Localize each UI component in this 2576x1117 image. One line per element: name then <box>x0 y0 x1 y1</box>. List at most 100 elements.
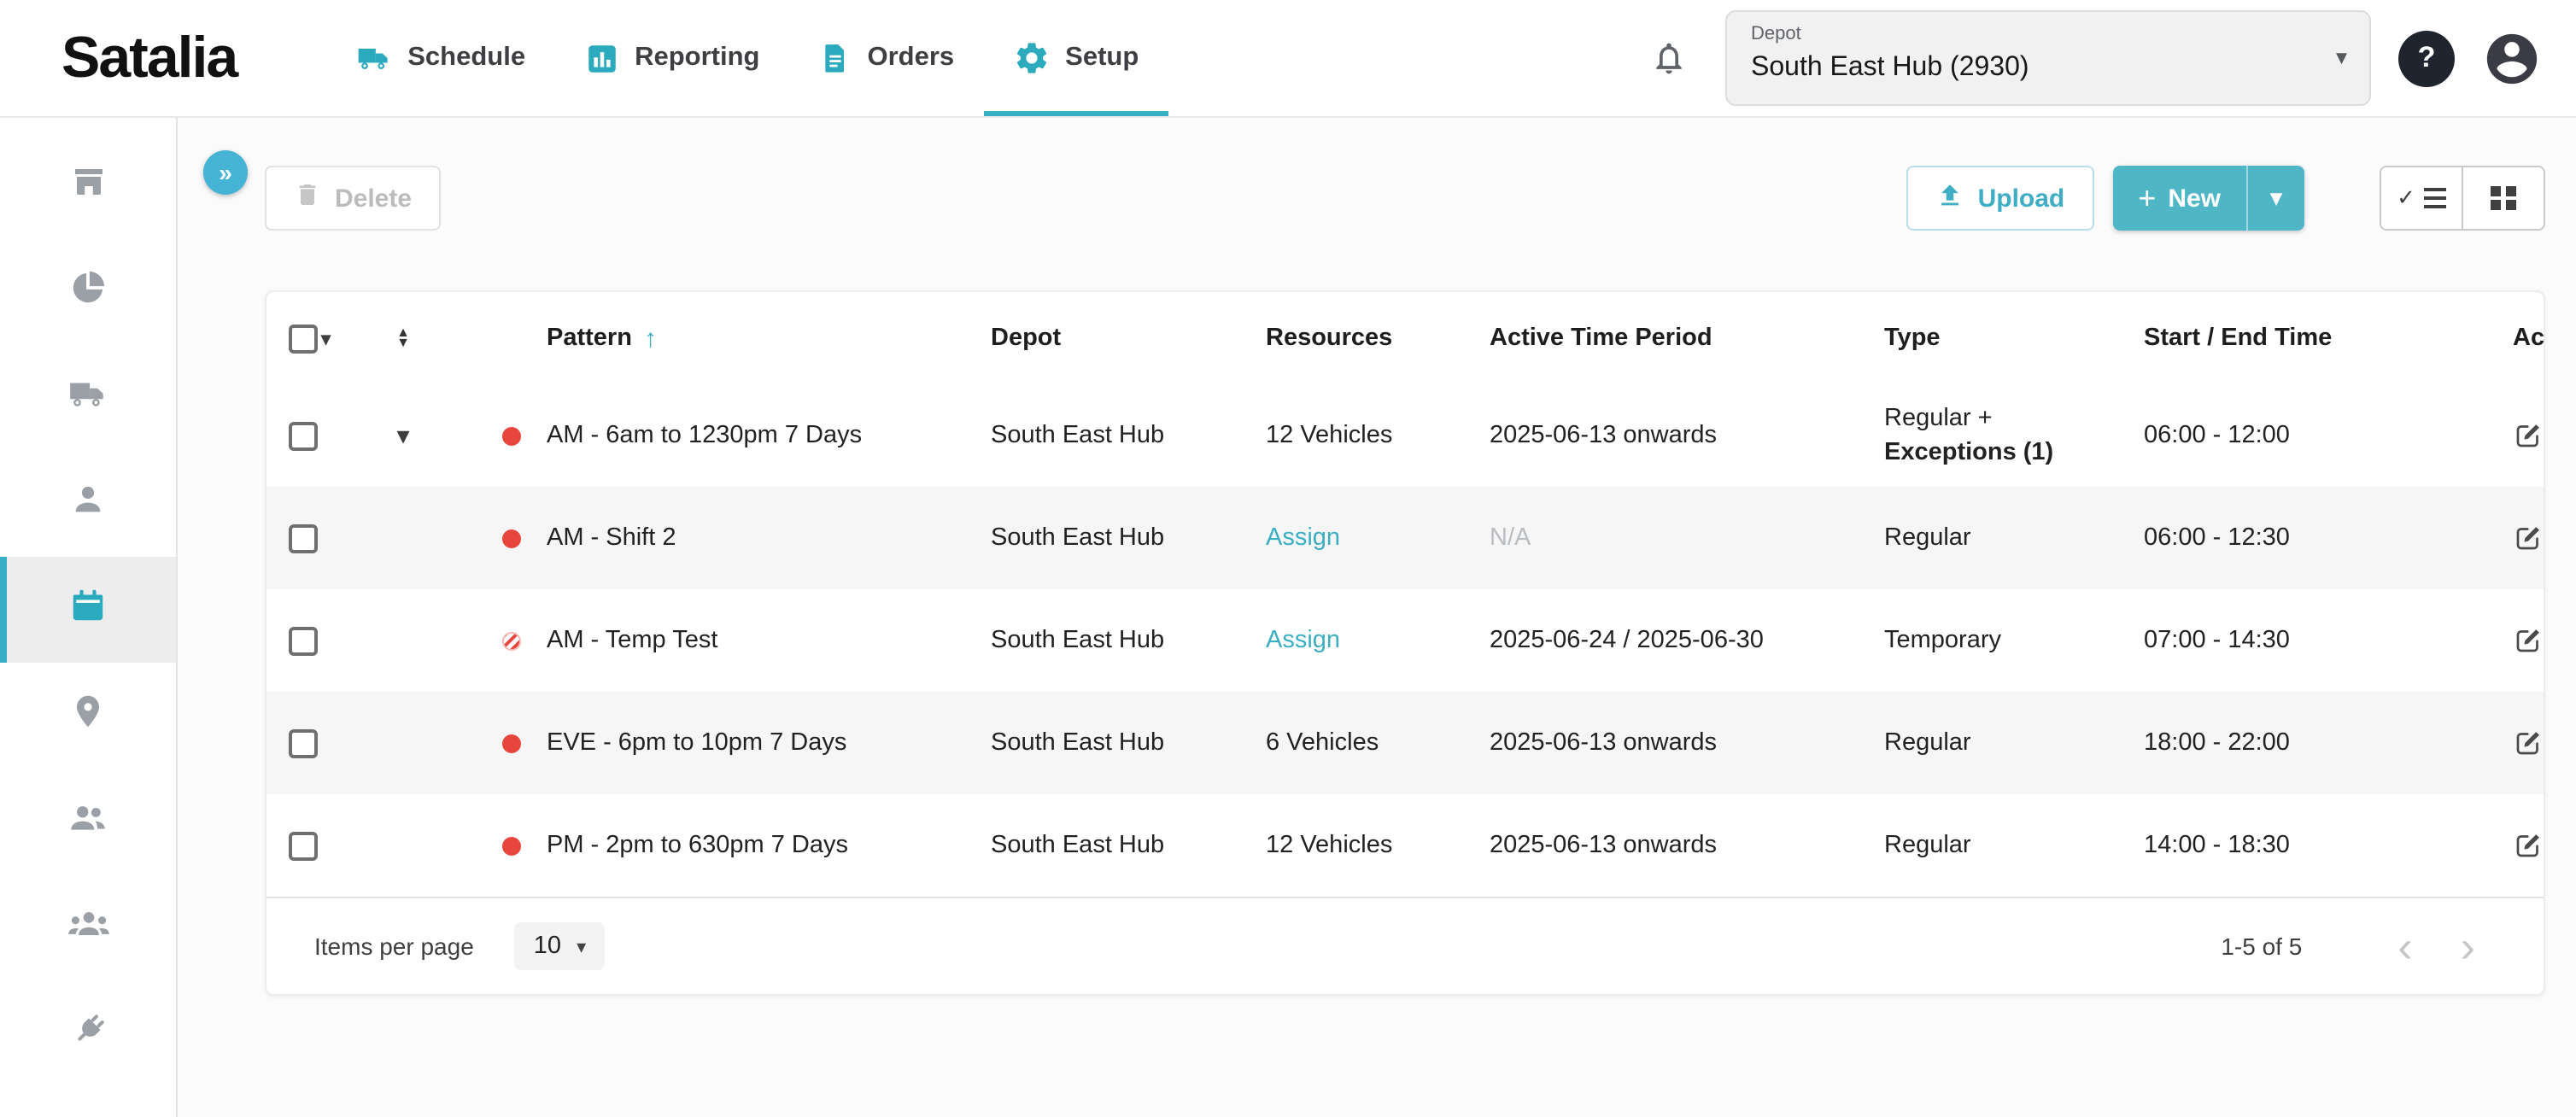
plus-icon: + <box>2138 180 2156 216</box>
type-cell: Temporary <box>1884 627 2144 654</box>
depot-select[interactable]: Depot South East Hub (2930) ▾ <box>1725 10 2371 106</box>
select-all-checkbox[interactable]: ▾ <box>266 324 355 353</box>
sidebar-item-teams[interactable] <box>0 769 176 874</box>
row-checkbox[interactable] <box>289 831 318 860</box>
pattern-name: AM - Temp Test <box>547 627 717 654</box>
status-dot-striped <box>502 631 521 650</box>
table-header-row: ▾ ▲ ▼ Pattern ↑ Depot Resources Active T… <box>266 292 2544 384</box>
column-header-time: Start / End Time <box>2144 325 2417 352</box>
main-nav: Schedule Reporting Orders Setup <box>325 0 1168 116</box>
assign-link[interactable]: Assign <box>1266 524 1340 552</box>
sort-ascending-icon: ↑ <box>644 324 657 353</box>
sidebar-item-groups[interactable] <box>0 874 176 980</box>
sidebar-item-planning[interactable] <box>0 239 176 345</box>
page-size-select[interactable]: 10 ▾ <box>515 922 605 970</box>
grid-view-toggle[interactable] <box>2463 167 2544 229</box>
chevron-down-icon: ▾ <box>2270 184 2281 212</box>
sidebar-item-depots[interactable] <box>0 133 176 239</box>
status-dot <box>502 836 521 855</box>
depot-select-value: South East Hub (2930) <box>1751 53 2029 84</box>
help-button[interactable]: ? <box>2398 30 2455 86</box>
period-cell: 2025-06-13 onwards <box>1490 832 1884 859</box>
notifications-bell-icon[interactable] <box>1650 39 1688 77</box>
column-header-type: Type <box>1884 325 2144 352</box>
list-view-icon <box>2424 188 2446 208</box>
people-icon <box>67 796 109 847</box>
edit-icon[interactable] <box>2513 830 2544 861</box>
sidebar-item-drivers[interactable] <box>0 451 176 557</box>
nav-tab-reporting[interactable]: Reporting <box>554 0 788 116</box>
chevron-down-icon: ▾ <box>2336 44 2347 71</box>
status-dot <box>502 529 521 547</box>
checkbox[interactable] <box>289 324 318 353</box>
chevron-down-icon: ▾ <box>577 935 586 957</box>
sidebar-item-locations[interactable] <box>0 663 176 769</box>
sidebar-expand-button[interactable]: » <box>203 150 248 195</box>
time-cell: 18:00 - 22:00 <box>2144 729 2417 757</box>
nav-label: Orders <box>867 43 954 73</box>
resources-cell: 6 Vehicles <box>1266 729 1490 757</box>
app: Satalia Schedule Reporting Orders <box>0 0 2576 1117</box>
upload-button[interactable]: Upload <box>1906 166 2094 231</box>
chevron-down-icon: ▾ <box>321 327 331 349</box>
sidebar-item-shift-patterns[interactable] <box>0 557 176 663</box>
row-checkbox[interactable] <box>289 626 318 655</box>
calendar-icon <box>68 586 108 634</box>
resources-cell: 12 Vehicles <box>1266 832 1490 859</box>
type-cell: Regular <box>1884 832 2144 859</box>
previous-page-button[interactable]: ‹ <box>2374 924 2436 968</box>
column-header-resources: Resources <box>1266 325 1490 352</box>
pattern-name: AM - Shift 2 <box>547 524 676 552</box>
period-cell: N/A <box>1490 524 1531 552</box>
pagination-range: 1-5 of 5 <box>2221 933 2302 960</box>
nav-label: Schedule <box>407 43 525 73</box>
sort-toggle[interactable]: ▲ ▼ <box>355 328 451 348</box>
delete-button-label: Delete <box>335 184 412 213</box>
next-page-button[interactable]: › <box>2437 924 2499 968</box>
column-header-label: Pattern <box>547 325 632 352</box>
row-checkbox[interactable] <box>289 728 318 757</box>
table-row: ▾ AM - 6am to 1230pm 7 Days South East H… <box>266 384 2544 487</box>
pattern-name: AM - 6am to 1230pm 7 Days <box>547 422 862 449</box>
location-pin-icon <box>68 692 108 740</box>
table-row: AM - Shift 2 South East Hub Assign N/A R… <box>266 487 2544 589</box>
delete-button[interactable]: Delete <box>265 166 441 231</box>
depot-select-label: Depot <box>1751 24 1801 44</box>
edit-icon[interactable] <box>2513 728 2544 758</box>
depot-cell: South East Hub <box>991 524 1266 552</box>
column-header-period: Active Time Period <box>1490 325 1884 352</box>
upload-icon <box>1935 180 1964 216</box>
edit-icon[interactable] <box>2513 625 2544 656</box>
trash-icon <box>294 181 321 215</box>
list-view-toggle[interactable]: ✓ <box>2381 167 2463 229</box>
table-row: PM - 2pm to 630pm 7 Days South East Hub … <box>266 794 2544 897</box>
row-expand-icon[interactable]: ▾ <box>396 420 409 451</box>
new-button-dropdown[interactable]: ▾ <box>2246 166 2304 231</box>
sidebar-item-integrations[interactable] <box>0 980 176 1086</box>
account-avatar[interactable] <box>2482 28 2542 88</box>
edit-icon[interactable] <box>2513 523 2544 553</box>
nav-tab-schedule[interactable]: Schedule <box>325 0 554 116</box>
time-cell: 14:00 - 18:30 <box>2144 832 2417 859</box>
sidebar <box>0 116 178 1117</box>
table-footer: Items per page 10 ▾ 1-5 of 5 ‹ › <box>266 897 2544 994</box>
type-cell: Regular <box>1884 729 2144 757</box>
status-dot <box>502 426 521 445</box>
row-checkbox[interactable] <box>289 421 318 450</box>
storefront-icon <box>67 161 108 211</box>
nav-tab-setup[interactable]: Setup <box>983 0 1168 116</box>
bar-chart-icon <box>583 40 619 76</box>
column-header-depot: Depot <box>991 325 1266 352</box>
nav-tab-orders[interactable]: Orders <box>788 0 983 116</box>
groups-icon <box>66 901 110 954</box>
column-header-pattern[interactable]: Pattern ↑ <box>451 324 991 353</box>
sort-down-icon: ▼ <box>396 338 410 348</box>
edit-icon[interactable] <box>2513 420 2544 451</box>
assign-link[interactable]: Assign <box>1266 627 1340 654</box>
period-cell: 2025-06-13 onwards <box>1490 729 1884 757</box>
sidebar-item-vehicles[interactable] <box>0 345 176 451</box>
new-button[interactable]: + New <box>2112 166 2246 231</box>
new-button-label: New <box>2168 184 2221 213</box>
row-checkbox[interactable] <box>289 523 318 553</box>
pattern-name: EVE - 6pm to 10pm 7 Days <box>547 729 846 757</box>
